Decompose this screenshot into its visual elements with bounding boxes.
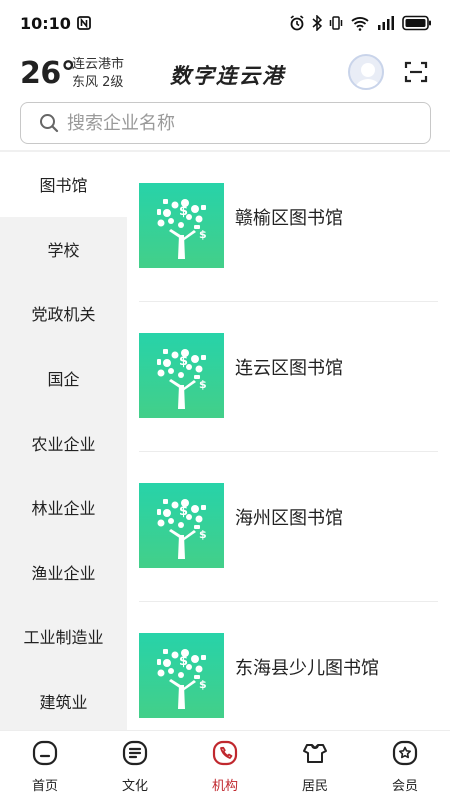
avatar[interactable] xyxy=(348,54,384,90)
signal-icon xyxy=(378,16,394,30)
nav-item-member[interactable]: 会员 xyxy=(360,731,450,800)
nav-label: 机构 xyxy=(211,779,238,794)
nav-item-culture[interactable]: 文化 xyxy=(90,731,180,800)
category-item-manufacturing[interactable]: 工业制造业 xyxy=(0,604,127,669)
user-avatar-icon xyxy=(355,63,381,88)
status-bar: 10:10 xyxy=(0,0,450,46)
category-label: 林业企业 xyxy=(31,499,96,519)
search-input[interactable] xyxy=(67,112,397,134)
search-icon xyxy=(40,114,59,133)
category-label: 渔业企业 xyxy=(31,563,96,583)
nav-label: 首页 xyxy=(31,779,58,794)
category-label: 农业企业 xyxy=(31,434,96,454)
item-title: 连云区图书馆 xyxy=(235,358,343,379)
wind-info: 东风 2级 xyxy=(72,75,124,90)
nav-label: 会员 xyxy=(391,779,418,794)
nav-item-resident[interactable]: 居民 xyxy=(270,731,360,800)
svg-text:$: $ xyxy=(199,378,207,391)
category-item-school[interactable]: 学校 xyxy=(0,217,127,282)
search-bar[interactable] xyxy=(20,102,431,144)
alarm-icon xyxy=(290,15,304,31)
weather-info: 连云港市 东风 2级 xyxy=(72,56,124,92)
battery-icon xyxy=(402,15,431,31)
resident-icon xyxy=(303,744,327,763)
category-item-state-owned[interactable]: 国企 xyxy=(0,346,127,411)
category-item-forestry[interactable]: 林业企业 xyxy=(0,475,127,540)
svg-text:$: $ xyxy=(179,504,188,519)
institution-icon xyxy=(212,740,238,766)
svg-text:$: $ xyxy=(199,678,207,691)
category-label: 学校 xyxy=(47,240,80,260)
item-title: 东海县少儿图书馆 xyxy=(235,658,379,679)
svg-text:$: $ xyxy=(179,654,188,669)
category-item-government[interactable]: 党政机关 xyxy=(0,281,127,346)
nav-item-home[interactable]: 首页 xyxy=(0,731,90,800)
item-title: 海州区图书馆 xyxy=(235,508,343,529)
category-label: 国企 xyxy=(47,370,80,390)
bottom-nav: 首页 文化 机构 居民 会员 xyxy=(0,730,450,800)
member-icon xyxy=(392,740,418,766)
svg-text:$: $ xyxy=(179,354,188,369)
category-item-fishery[interactable]: 渔业企业 xyxy=(0,540,127,605)
category-label: 党政机关 xyxy=(31,305,96,325)
category-item-agriculture[interactable]: 农业企业 xyxy=(0,410,127,475)
vibrate-icon xyxy=(329,16,343,30)
list-item[interactable]: $ $ 海州区图书馆 xyxy=(127,452,450,602)
nav-label: 文化 xyxy=(121,779,148,794)
temperature: 26° xyxy=(20,56,76,91)
list-item[interactable]: $ $ 连云区图书馆 xyxy=(127,302,450,452)
header: 26° 连云港市 东风 2级 数字连云港 xyxy=(0,50,450,98)
status-time: 10:10 xyxy=(20,13,71,33)
svg-text:$: $ xyxy=(199,228,207,241)
list-item[interactable]: $ $ 东海县少儿图书馆 xyxy=(127,602,450,730)
bluetooth-icon xyxy=(312,15,322,31)
category-item-library[interactable]: 图书馆 xyxy=(0,152,127,217)
library-tree-icon: $ $ xyxy=(139,183,224,268)
item-title: 赣榆区图书馆 xyxy=(235,208,343,229)
library-tree-icon: $ $ xyxy=(139,333,224,418)
home-icon xyxy=(32,740,58,766)
category-label: 建筑业 xyxy=(39,693,88,713)
category-label: 图书馆 xyxy=(39,176,88,196)
svg-text:$: $ xyxy=(179,204,188,219)
category-sidebar: 图书馆 学校 党政机关 国企 农业企业 林业企业 渔业企业 工业制造业 建筑业 xyxy=(0,152,127,730)
nav-label: 居民 xyxy=(301,779,328,794)
library-tree-icon: $ $ xyxy=(139,483,224,568)
library-tree-icon: $ $ xyxy=(139,633,224,718)
category-item-construction[interactable]: 建筑业 xyxy=(0,669,127,734)
nav-item-institution[interactable]: 机构 xyxy=(180,731,270,800)
culture-icon xyxy=(122,740,148,766)
category-label: 工业制造业 xyxy=(23,628,104,648)
scan-icon[interactable] xyxy=(404,60,428,84)
app-title: 数字连云港 xyxy=(170,63,285,88)
list-item[interactable]: $ $ 赣榆区图书馆 xyxy=(127,152,450,302)
institution-list: $ $ 赣榆区图书馆 $ $ 连云区图书馆 $ $ 海州区图书馆 $ $ 东海县… xyxy=(127,152,450,730)
svg-text:$: $ xyxy=(199,528,207,541)
wifi-icon xyxy=(351,17,369,31)
city-name: 连云港市 xyxy=(72,57,125,72)
nfc-icon xyxy=(77,16,91,30)
